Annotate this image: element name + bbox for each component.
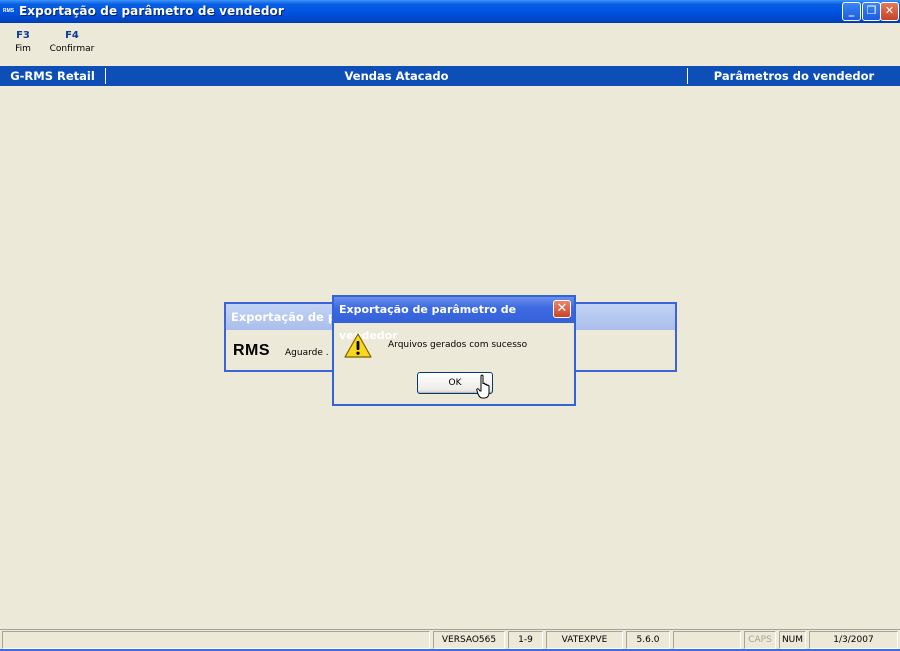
close-button[interactable]: ✕ [880,2,899,21]
wait-message: Aguarde . C [285,348,338,358]
header-system-name: G-RMS Retail [10,69,95,83]
status-panel-range: 1-9 [508,631,543,649]
rms-app-icon: RMS [3,8,15,14]
status-panel-version: VERSAO565 [433,631,505,649]
status-panel-release: 5.6.0 [626,631,670,649]
module-header-strip: G-RMS Retail Vendas Atacado Parâmetros d… [0,66,900,86]
rms-logo: RMS [233,342,271,359]
fkey-caption: Fim [15,44,31,54]
window-title: Exportação de parâmetro de vendedor [19,4,284,18]
window-title-bar: RMS Exportação de parâmetro de vendedor … [0,0,900,23]
fkey-caption: Confirmar [49,44,95,54]
status-panel-num: NUM [779,631,806,649]
status-panel-caps: CAPS [744,631,776,649]
status-panel-program: VATEXPVE [546,631,623,649]
f3-fim-button[interactable]: F3 Fim [14,30,32,54]
message-dialog: Exportação de parâmetro de vendedor ✕ Ar… [332,295,576,406]
fkey-label: F3 [16,30,30,41]
hand-cursor-icon [476,374,490,399]
status-panel-date: 1/3/2007 [809,631,898,649]
f4-confirmar-button[interactable]: F4 Confirmar [49,30,95,54]
fkey-label: F4 [65,30,79,41]
status-bar: VERSAO565 1-9 VATEXPVE 5.6.0 CAPS NUM 1/… [0,629,900,649]
warning-icon [344,333,372,358]
header-module-name: Vendas Atacado [344,69,449,83]
header-screen-name: Parâmetros do vendedor [713,69,875,83]
message-dialog-title: Exportação de parâmetro de vendedor [334,297,574,342]
dialog-close-button[interactable]: ✕ [553,300,571,318]
restore-button[interactable]: ❐ [862,2,881,21]
status-panel-message [2,631,430,649]
status-panel-empty [673,631,741,649]
dialog-message: Arquivos gerados com sucesso [388,340,528,350]
minimize-button[interactable]: _ [842,2,861,21]
